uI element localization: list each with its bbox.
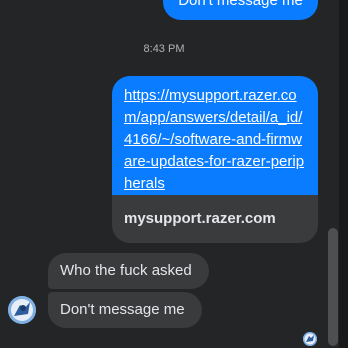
message-link[interactable]: https://mysupport.razer.com/app/answers/… bbox=[124, 85, 308, 195]
outgoing-message[interactable]: Don't message me bbox=[163, 0, 318, 20]
scrollbar-thumb[interactable] bbox=[328, 228, 338, 346]
avatar[interactable] bbox=[8, 296, 36, 324]
incoming-message[interactable]: Don't message me bbox=[48, 292, 202, 328]
message-timestamp: 8:43 PM bbox=[143, 43, 185, 55]
link-preview-message[interactable]: https://mysupport.razer.com/app/answers/… bbox=[112, 76, 318, 243]
message-text: Who the fuck asked bbox=[60, 262, 192, 279]
link-url-section: https://mysupport.razer.com/app/answers/… bbox=[112, 76, 318, 195]
window-edge bbox=[339, 0, 348, 348]
incoming-message[interactable]: Who the fuck asked bbox=[48, 253, 209, 289]
avatar-icon bbox=[8, 296, 36, 324]
message-text: Don't message me bbox=[60, 301, 185, 318]
chat-window: Don't message me 8:43 PM https://mysuppo… bbox=[0, 0, 348, 348]
read-receipt-icon bbox=[303, 332, 317, 346]
link-domain[interactable]: mysupport.razer.com bbox=[112, 195, 318, 243]
message-text: Don't message me bbox=[178, 0, 303, 9]
read-receipt-avatar bbox=[303, 332, 317, 346]
